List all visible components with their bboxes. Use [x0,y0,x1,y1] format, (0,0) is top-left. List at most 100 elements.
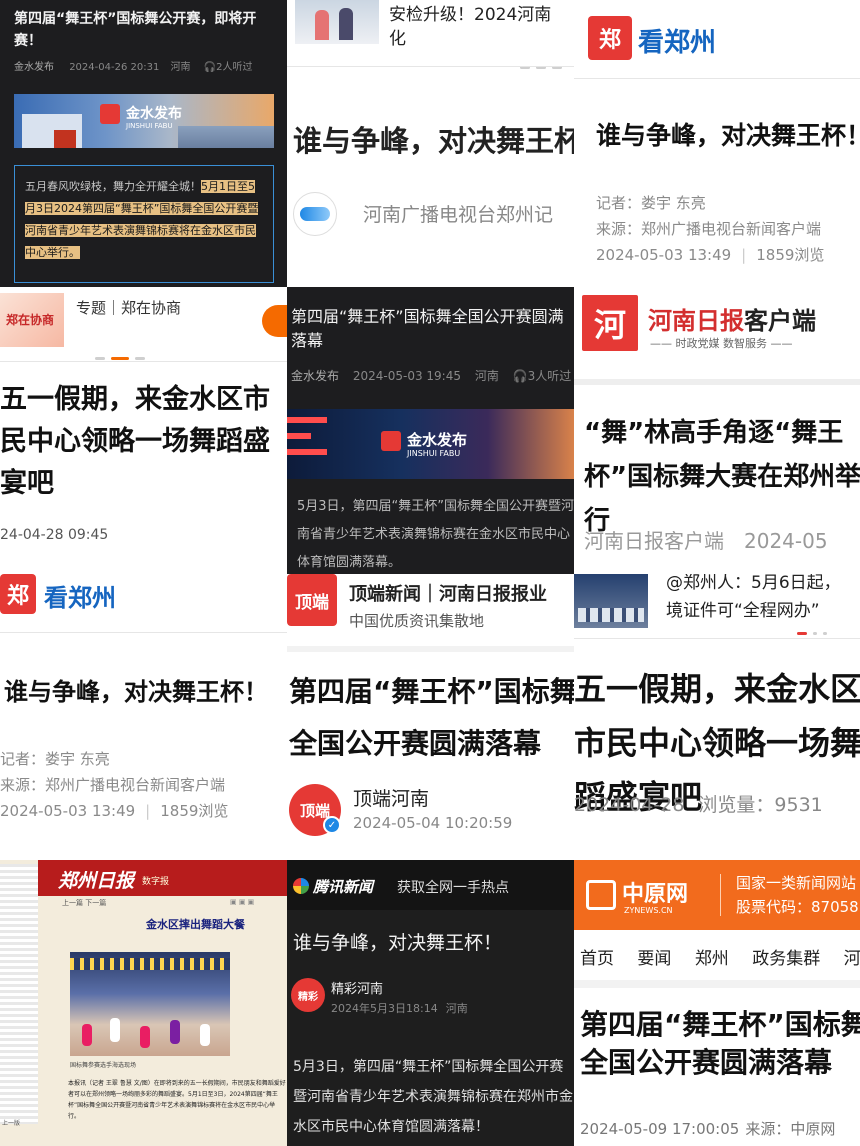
location: 河南 [445,1002,468,1015]
toolbar-icons[interactable]: ▣ ▣ ▣ [230,898,254,906]
tile-henan-daily: 河 河南日报客户端 —— 时政党媒 数智服务 —— “舞”林高手角逐“舞王杯”国… [574,287,860,574]
tile-zheng-zai-xieshang: 郑在协商 专题｜郑在协商 五一假期，来金水区市民中心领略一场舞蹈盛宴吧 24-0… [0,287,287,574]
more-button[interactable] [262,305,287,337]
logo-text: 看郑州 [638,28,717,58]
divider [287,66,574,67]
article-title: 五一假期，来金水区市民中心领略一场舞蹈盛宴吧 [0,384,270,499]
publish-date: 2024-05-09 17:00:05 [580,1120,740,1138]
article-title: 谁与争峰，对决舞王杯！ [293,932,503,954]
source-logo [293,192,337,236]
quote-intro: 五月春风吹绿枝，舞力全开耀全城！ [25,180,201,193]
author-avatar[interactable]: 精彩 [291,978,325,1012]
author-name[interactable]: 金水发布 [14,62,54,73]
logo-name: 河南日报 [648,307,744,335]
kan-zhengzhou-logo-icon: 郑 [0,574,36,614]
dingduan-logo-icon: 顶端 [287,574,337,626]
view-count: 浏览量：9531 [698,794,823,816]
article-paragraph: 5月3日，第四届“舞王杯”国标舞全国公开赛暨河南省青少年艺术表演舞锦标赛在郑州市… [293,1059,573,1135]
tile-jinshui-preview: 第四届“舞王杯”国标舞公开赛，即将开赛！ 金水发布 2024-04-26 20:… [0,0,287,287]
listen-count: 3人听过 [527,369,572,383]
tile-jinshui-result: 第四届“舞王杯”国标舞全国公开赛圆满落幕 金水发布 2024-05-03 19:… [287,287,574,574]
headphone-icon: 🎧 [203,62,217,73]
nav-item-gov[interactable]: 政务集群 [752,949,820,969]
news-thumbnail[interactable] [295,0,379,44]
article-title: 谁与争峰，对决舞王杯！ [596,121,860,150]
divider [574,638,860,639]
article-title[interactable]: 第四届“舞王杯”国标舞全国公开赛圆满落幕 [291,305,573,353]
source: 来源：郑州广播电视台新闻客户端 [596,220,822,238]
topic-badge[interactable]: 郑在协商 [0,293,64,347]
quote-box: 五月春风吹绿枝，舞力全开耀全城！5月1日至5月3日2024第四届“舞王杯”国标舞… [14,165,274,283]
site-tag-1: 国家一类新闻网站 [736,874,857,892]
source-name[interactable]: 河南广播电视台郑州记 [363,200,553,227]
app-header: 腾讯新闻 获取全网一手热点 [287,860,574,910]
reporter: 记者：娄宇 东亮 [0,750,110,768]
kan-zhengzhou-logo-icon: 郑 [588,16,632,60]
divider [574,78,860,79]
paper-header: 郑州日报 数字报 [38,860,287,896]
article-meta: 2024年5月3日18:14 河南 [331,1000,468,1016]
nav-item-henan[interactable]: 河南 [844,949,860,969]
logo-slogan: —— 时政党媒 数智服务 —— [650,337,793,350]
article-meta: 2024-04-28 浏览量：9531 [574,790,823,817]
location: 河南 [474,369,499,383]
dance-photo[interactable] [70,952,230,1056]
publish-date: 2024-04-28 [574,794,685,816]
zynews-logo-icon [586,880,616,910]
logo-suffix: 客户端 [744,307,816,335]
verified-icon: ✓ [323,816,341,834]
site-nav: 首页 要闻 郑州 政务集群 河南 [580,944,860,969]
article-title[interactable]: 第四届“舞王杯”国标舞公开赛，即将开赛！ [14,8,276,52]
author-name[interactable]: 金水发布 [291,369,339,383]
carousel-dots[interactable] [794,620,830,639]
source: 来源：郑州广播电视台新闻客户端 [0,776,226,794]
carousel-headline[interactable]: 安检升级！2024河南 [389,0,551,25]
source: 来源：中原网 [745,1120,836,1138]
quote-text: 五月春风吹绿枝，舞力全开耀全城！5月1日至5月3日2024第四届“舞王杯”国标舞… [25,176,263,264]
site-logo-sub: ZYNEWS.CN [624,906,673,915]
article-paragraph: 5月3日，第四届“舞王杯”国标舞全国公开赛暨河南省青少年艺术表演舞锦标赛在金水区… [297,499,574,570]
view-count: 1859浏览 [160,802,229,820]
tencent-logo-icon [293,878,309,894]
banner-text: 金水发布 [407,431,468,449]
author-name[interactable]: 精彩河南 [331,978,383,997]
photo-caption: 国标舞参赛选手海选现场 [70,1062,137,1069]
tile-zhengzhou-daily-epaper: 郑州日报 数字报 上一篇 下一篇 ▣ ▣ ▣ 金水区摔出舞蹈大餐 国标舞参赛选手… [0,860,287,1146]
paper-thumbnail[interactable] [0,864,38,1124]
nav-item-home[interactable]: 首页 [580,949,614,969]
article-title: “舞”林高手角逐“舞王杯”国标舞大赛在郑州举行 [584,418,860,536]
prev-edition-link[interactable]: 上一版 [2,1118,20,1127]
app-slogan: 获取全网一手热点 [397,880,509,896]
news-thumbnail[interactable] [574,574,648,628]
article-meta: 金水发布 2024-04-26 20:31 河南 🎧2人听过 [14,58,253,73]
publish-date: 24-04-28 09:45 [0,527,109,543]
carousel-headline-2: 化 [389,29,406,49]
site-header: 中原网 ZYNEWS.CN 国家一类新闻网站 股票代码：87058 [574,860,860,930]
nav-item-zhengzhou[interactable]: 郑州 [695,949,729,969]
article-meta: 金水发布 2024-05-03 19:45 河南 🎧3人听过 [291,367,571,384]
article-title: 谁与争峰，对决舞王杯！ [293,124,574,158]
publish-date: 2024年5月3日18:14 [331,1002,438,1015]
app-name: 腾讯新闻 [313,878,374,896]
article-title: 谁与争峰，对决舞王杯！ [4,678,268,706]
paper-subtitle: 数字报 [142,877,170,887]
article-meta: 2024-05-03 13:49 | 1859浏览 [0,802,229,820]
publish-date: 2024-05-03 13:49 [0,802,136,820]
tile-henan-tv: 安检升级！2024河南 化 谁与争峰，对决舞王杯！ 河南广播电视台郑州记 [287,0,574,287]
article-title: 第四届“舞王杯”国标舞全国公开赛圆满落幕 [580,1008,860,1079]
paper-name: 郑州日报 [58,870,135,892]
publish-date: 2024-05-03 19:45 [352,369,461,383]
source[interactable]: 河南日报客户端 [584,529,724,553]
banner-image: 金水发布 JINSHUI FABU [287,409,574,479]
header-title: 顶端新闻｜河南日报报业 [349,584,547,605]
view-count: 1859浏览 [756,246,825,264]
article-nav[interactable]: 上一篇 下一篇 [62,898,106,908]
topic-label[interactable]: 专题｜郑在协商 [76,297,181,318]
carousel-headline[interactable]: @郑州人：5月6日起， [666,574,841,593]
carousel-dots[interactable] [517,54,565,73]
banner-subtext: JINSHUI FABU [126,122,173,130]
author-name[interactable]: 顶端河南 [353,784,429,811]
reporter: 记者：娄宇 东亮 [596,194,706,212]
topic-badge-text: 郑在协商 [6,313,55,327]
nav-item-news[interactable]: 要闻 [637,949,671,969]
